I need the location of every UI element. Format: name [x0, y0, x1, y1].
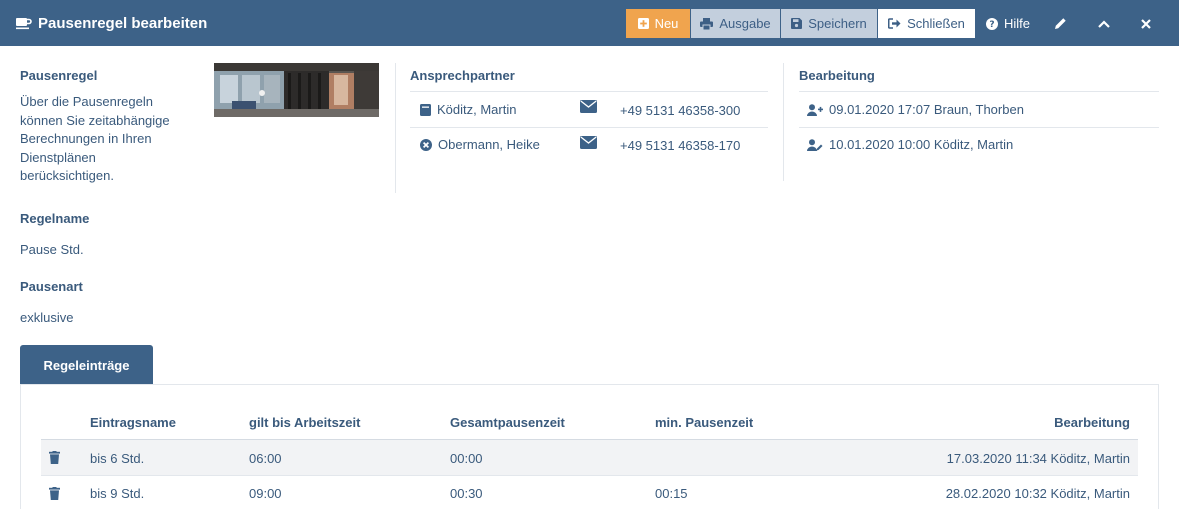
printer-icon	[700, 17, 714, 30]
column-header[interactable]: Eintragsname	[90, 415, 176, 430]
window-title: Pausenregel bearbeiten	[16, 0, 207, 46]
divider	[410, 127, 768, 128]
user-edit-icon	[807, 138, 823, 151]
window-title-text: Pausenregel bearbeiten	[38, 14, 208, 32]
edits-heading: Bearbeitung	[799, 68, 875, 83]
edit-button[interactable]	[1045, 9, 1075, 38]
divider	[410, 91, 768, 92]
cell-name: bis 9 Std.	[90, 486, 145, 501]
contact-phone[interactable]: +49 5131 46358-300	[620, 103, 740, 118]
edit-text: 10.01.2020 10:00 Köditz, Martin	[829, 137, 1014, 152]
cell-gilt-bis: 09:00	[249, 486, 282, 501]
chevron-up-icon	[1098, 19, 1110, 28]
cell-bearbeitung: 28.02.2020 10:32 Köditz, Martin	[945, 486, 1130, 501]
collapse-button[interactable]	[1089, 9, 1119, 38]
info-line: können Sie zeitabhängige	[20, 112, 170, 128]
envelope-icon[interactable]	[580, 100, 597, 113]
info-line: Berechnungen in Ihren	[20, 131, 152, 146]
divider	[783, 63, 784, 181]
new-button-label: Neu	[654, 16, 679, 31]
divider	[799, 127, 1159, 128]
column-header[interactable]: min. Pausenzeit	[655, 415, 753, 430]
plus-square-icon	[637, 18, 649, 29]
column-header[interactable]: Bearbeitung	[1054, 415, 1130, 430]
cell-bearbeitung: 17.03.2020 11:34 Köditz, Martin	[946, 451, 1130, 466]
pausenart-value: exklusive	[20, 310, 74, 325]
regelname-label: Regelname	[20, 211, 90, 226]
floppy-icon	[791, 18, 803, 29]
regelname-value: Pause Std.	[20, 242, 84, 257]
trash-icon[interactable]	[49, 451, 60, 464]
info-heading: Pausenregel	[20, 68, 98, 83]
trash-icon[interactable]	[49, 487, 60, 500]
column-header[interactable]: gilt bis Arbeitszeit	[249, 415, 360, 430]
info-description: Über die Pausenregeln können Sie zeitabh…	[20, 93, 190, 186]
info-line: Dienstplänen	[20, 149, 96, 165]
edit-item: 09.01.2020 17:07 Braun, Thorben	[807, 102, 1024, 117]
office-photo	[214, 63, 379, 117]
info-line: berücksichtigen.	[20, 168, 114, 183]
pausenart-label: Pausenart	[20, 279, 83, 294]
divider	[799, 91, 1159, 92]
cell-name: bis 6 Std.	[90, 451, 145, 466]
contact-item[interactable]: Köditz, Martin	[420, 102, 516, 117]
info-line: Über die Pausenregeln	[20, 94, 153, 109]
divider	[395, 63, 396, 193]
x-circle-icon	[420, 138, 432, 151]
contact-item[interactable]: Obermann, Heike	[420, 137, 540, 152]
cell-gilt-bis: 06:00	[249, 451, 282, 466]
cell-gesamt: 00:00	[450, 451, 483, 466]
close-button[interactable]: Schließen	[878, 9, 975, 38]
close-button-label: Schließen	[907, 16, 965, 31]
save-button[interactable]: Speichern	[781, 9, 877, 38]
contact-phone[interactable]: +49 5131 46358-170	[620, 138, 740, 153]
question-circle-icon: ?	[985, 17, 998, 30]
close-icon	[1141, 18, 1151, 29]
edit-text: 09.01.2020 17:07 Braun, Thorben	[829, 102, 1024, 117]
user-plus-icon	[807, 103, 823, 116]
save-button-label: Speichern	[808, 16, 867, 31]
sign-out-icon	[888, 18, 901, 29]
coffee-icon	[16, 18, 32, 30]
print-button-label: Ausgabe	[719, 16, 771, 31]
print-button[interactable]: Ausgabe	[691, 9, 780, 38]
svg-text:?: ?	[989, 20, 994, 30]
contact-name: Obermann, Heike	[438, 137, 540, 152]
contacts-heading: Ansprechpartner	[410, 68, 515, 83]
tab-regeleintraege[interactable]: Regeleinträge	[20, 345, 153, 385]
pencil-icon	[1054, 18, 1066, 29]
cell-gesamt: 00:30	[450, 486, 483, 501]
column-header[interactable]: Gesamtpausenzeit	[450, 415, 565, 430]
close-window-button[interactable]	[1131, 9, 1161, 38]
new-button[interactable]: Neu	[626, 9, 690, 38]
contact-name: Köditz, Martin	[437, 102, 517, 117]
title-bar: Pausenregel bearbeiten Neu Ausgabe Speic…	[0, 0, 1179, 46]
help-button[interactable]: ? Hilfe	[980, 9, 1036, 38]
cell-min: 00:15	[655, 486, 688, 501]
book-icon	[420, 103, 431, 116]
edit-item: 10.01.2020 10:00 Köditz, Martin	[807, 137, 1013, 152]
help-button-label: Hilfe	[1003, 16, 1030, 31]
envelope-icon[interactable]	[580, 136, 597, 149]
